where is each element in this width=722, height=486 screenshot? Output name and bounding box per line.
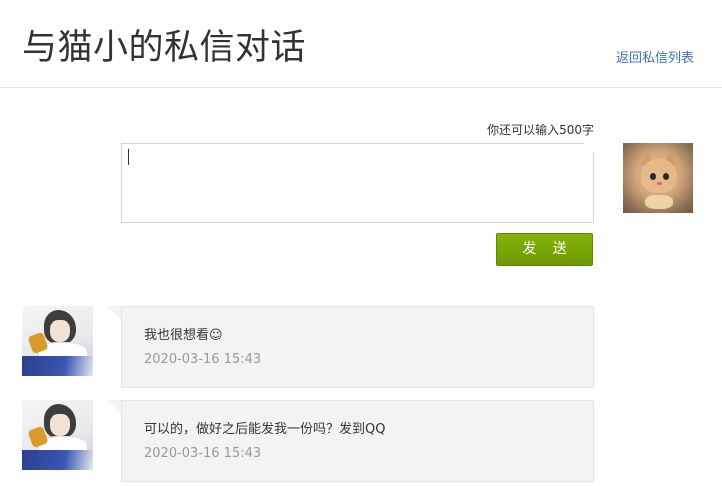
avatar-cat-eye-left (650, 173, 656, 180)
message-bubble: 可以的，做好之后能发我一份吗？发到QQ 2020-03-16 15:43 (107, 400, 594, 482)
avatar-cat-face (641, 159, 677, 193)
message-bubble: 我也很想看☺ 2020-03-16 15:43 (107, 306, 594, 388)
message-input[interactable] (122, 144, 593, 222)
message-composer (121, 143, 594, 223)
current-user-avatar[interactable] (623, 143, 693, 213)
avatar-cat-paws (645, 195, 673, 209)
avatar-face (50, 414, 70, 436)
sender-avatar[interactable] (22, 400, 93, 470)
text-caret (128, 149, 129, 165)
sender-avatar[interactable] (22, 306, 93, 376)
avatar-cat-nose (657, 182, 662, 185)
message-timestamp: 2020-03-16 15:43 (144, 446, 262, 461)
avatar-face (50, 320, 70, 342)
message-text: 我也很想看☺ (144, 328, 223, 343)
avatar-clothing (22, 356, 93, 376)
page-header: 与猫小的私信对话 返回私信列表 (0, 0, 722, 88)
message-timestamp: 2020-03-16 15:43 (144, 352, 262, 367)
back-to-messages-link[interactable]: 返回私信列表 (616, 51, 694, 67)
avatar-cat-eye-right (663, 173, 669, 180)
avatar-clothing (22, 450, 93, 470)
char-count-hint: 你还可以输入500字 (487, 123, 594, 137)
page-title: 与猫小的私信对话 (22, 28, 307, 68)
message-text: 可以的，做好之后能发我一份吗？发到QQ (144, 422, 386, 437)
send-button[interactable]: 发 送 (496, 233, 593, 266)
conversation-page: 与猫小的私信对话 返回私信列表 你还可以输入500字 发 送 我也很想看☺ 20… (0, 0, 722, 486)
